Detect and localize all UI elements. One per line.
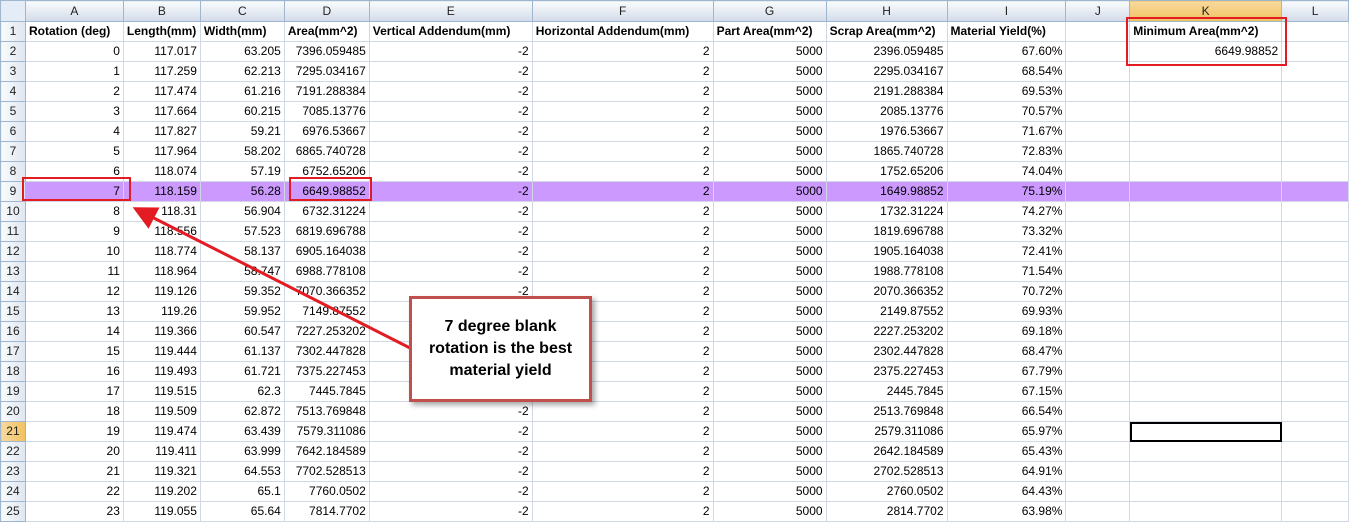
annotation-callout: 7 degree blank rotation is the best mate… bbox=[409, 296, 592, 402]
callout-text: 7 degree blank rotation is the best mate… bbox=[428, 318, 573, 379]
callout-arrow bbox=[132, 207, 411, 350]
